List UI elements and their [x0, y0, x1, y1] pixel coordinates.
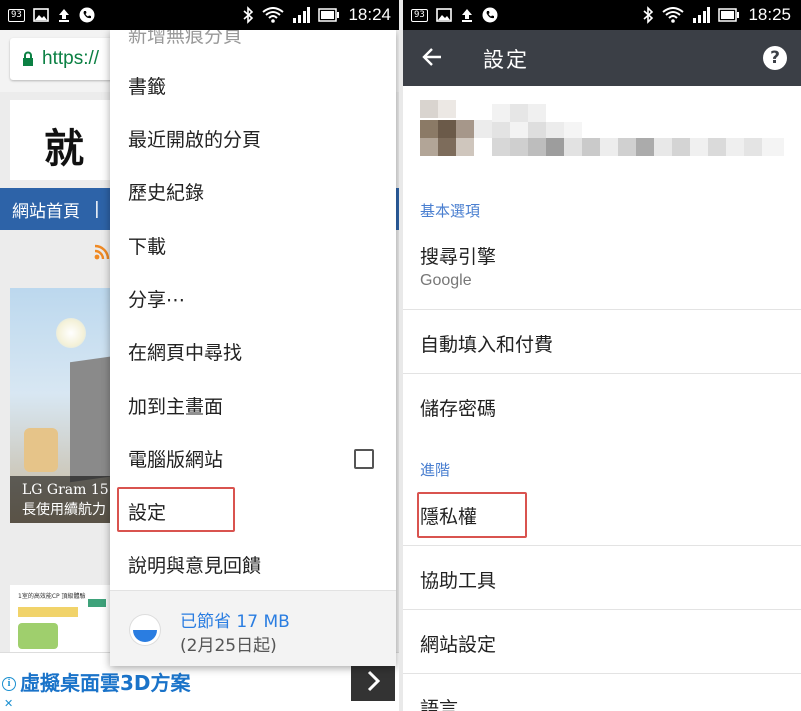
data-saver-footer[interactable]: 已節省 17 MB (2月25日起) — [110, 590, 396, 666]
ad-close-icon[interactable]: ✕ — [4, 697, 13, 710]
battery-icon — [718, 8, 740, 22]
data-saver-since: (2月25日起) — [180, 636, 277, 656]
setting-language[interactable]: 語言 — [403, 674, 801, 711]
notification-badge: 93 — [411, 8, 428, 22]
menu-item-bookmarks[interactable]: 書籤 — [110, 59, 396, 112]
section-header-basic: 基本選項 — [420, 202, 481, 220]
image-icon — [33, 8, 49, 22]
back-arrow-icon[interactable] — [421, 46, 443, 72]
nav-home-link[interactable]: 網站首頁 — [12, 197, 80, 222]
setting-accessibility[interactable]: 協助工具 — [403, 546, 801, 610]
menu-item-history[interactable]: 歷史紀錄 — [110, 165, 396, 218]
ad-text[interactable]: 虛擬桌面雲3D方案 — [20, 667, 191, 696]
site-logo[interactable]: 就 — [44, 116, 86, 174]
setting-search-engine[interactable]: 搜尋引擎 Google — [403, 226, 801, 310]
notification-badge: 93 — [8, 8, 25, 22]
url-text: https:// — [42, 48, 100, 69]
phone-icon — [79, 7, 95, 23]
bluetooth-icon — [642, 6, 654, 24]
overflow-menu: 新增無痕分頁 書籤 最近開啟的分頁 歷史紀錄 下載 分享⋯ 在網頁中尋找 加到主… — [110, 30, 396, 666]
ad-arrow-button[interactable] — [351, 661, 395, 701]
settings-list: 基本選項 搜尋引擎 Google 自動填入和付費 儲存密碼 進階 隱私權 協助工… — [403, 86, 801, 711]
menu-item-help-feedback[interactable]: 說明與意見回饋 — [110, 538, 396, 591]
setting-search-engine-value: Google — [420, 272, 472, 289]
highlight-box-privacy — [417, 492, 527, 538]
menu-item-desktop-site[interactable]: 電腦版網站 — [110, 432, 396, 485]
bluetooth-icon — [242, 6, 254, 24]
wifi-icon — [262, 7, 285, 23]
rss-icon[interactable] — [94, 242, 110, 262]
menu-item-share[interactable]: 分享⋯ — [110, 272, 396, 325]
menu-item-downloads[interactable]: 下載 — [110, 219, 396, 272]
menu-item-find-in-page[interactable]: 在網頁中尋找 — [110, 325, 396, 378]
nav-separator: | — [94, 199, 100, 219]
settings-app-bar: 設定 ? — [403, 30, 801, 86]
highlight-box-settings — [117, 487, 235, 532]
menu-item-recent-tabs[interactable]: 最近開啟的分頁 — [110, 112, 396, 165]
ad-info-icon[interactable]: i — [2, 677, 16, 691]
setting-autofill-payments[interactable]: 自動填入和付費 — [403, 310, 801, 374]
help-icon[interactable]: ? — [763, 46, 787, 70]
setting-save-passwords[interactable]: 儲存密碼 — [403, 374, 801, 438]
account-row-pixelated[interactable] — [403, 86, 801, 176]
phone-icon — [482, 7, 498, 23]
desktop-site-checkbox[interactable] — [354, 448, 374, 469]
clock: 18:24 — [348, 5, 391, 24]
status-bar-left: 93 18:24 — [0, 0, 401, 30]
signal-icon — [692, 7, 711, 23]
chevron-right-icon — [367, 670, 381, 692]
image-icon — [436, 8, 452, 22]
setting-accessibility-title: 協助工具 — [420, 570, 497, 592]
article-caption[interactable]: LG Gram 15. 長使用續航力 — [10, 476, 110, 523]
lock-icon — [22, 51, 34, 67]
setting-language-title: 語言 — [420, 698, 459, 711]
data-saver-icon — [130, 615, 160, 645]
menu-item-add-to-home[interactable]: 加到主畫面 — [110, 379, 396, 432]
setting-site-settings[interactable]: 網站設定 — [403, 610, 801, 674]
status-bar-right: 93 18:25 — [403, 0, 801, 30]
setting-site-settings-title: 網站設定 — [420, 634, 497, 656]
article-thumbnail-2[interactable]: 1室的高效能CP 頂級體驗 — [10, 585, 110, 657]
signal-icon — [292, 7, 311, 23]
upload-icon — [57, 8, 71, 22]
battery-icon — [318, 8, 340, 22]
setting-save-passwords-title: 儲存密碼 — [420, 398, 497, 420]
setting-search-engine-title: 搜尋引擎 — [420, 246, 497, 268]
screenshot-root: 93 18:24 https:// 就 網站首頁 | LG Gram 15. 長… — [0, 0, 801, 711]
setting-autofill-payments-title: 自動填入和付費 — [420, 334, 554, 356]
data-saver-amount: 已節省 17 MB — [180, 612, 290, 632]
menu-item-desktop-site-label: 電腦版網站 — [128, 449, 224, 471]
clock: 18:25 — [748, 5, 791, 24]
menu-item-new-incognito-tab[interactable]: 新增無痕分頁 — [110, 30, 396, 61]
upload-icon — [460, 8, 474, 22]
section-header-advanced: 進階 — [420, 461, 451, 479]
page-title: 設定 — [483, 48, 529, 72]
wifi-icon — [662, 7, 685, 23]
